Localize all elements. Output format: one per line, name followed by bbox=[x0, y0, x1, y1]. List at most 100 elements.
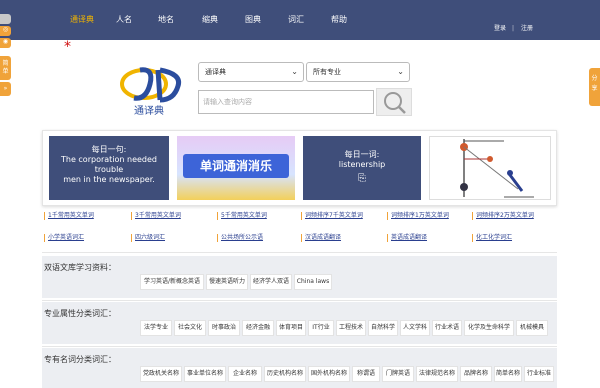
nav-item-vocabulary[interactable]: 词汇 bbox=[288, 15, 304, 25]
tag-proper-9[interactable]: 简单名称 bbox=[494, 366, 522, 382]
word-game-title: 单词通消消乐 bbox=[183, 154, 289, 178]
daily-word-value: listenership bbox=[338, 160, 386, 169]
nav-item-place-names[interactable]: 地名 bbox=[158, 15, 174, 25]
daily-word-card[interactable]: 每日一词: listenership ⎘ bbox=[303, 136, 421, 200]
register-link[interactable]: 注册 bbox=[521, 25, 533, 33]
left-tab-icon[interactable]: ◎ bbox=[0, 26, 11, 36]
share-tab[interactable]: 分享 bbox=[589, 68, 600, 106]
nav-item-picture-dictionary[interactable]: 图典 bbox=[245, 15, 261, 25]
proper-noun-title: 专有名词分类词汇： bbox=[44, 355, 116, 364]
link-divider bbox=[217, 234, 218, 242]
logo-text: 通译典 bbox=[134, 106, 164, 117]
site-logo-icon bbox=[120, 67, 182, 103]
physics-illustration-card[interactable] bbox=[429, 136, 551, 200]
tag-professional-6[interactable]: 工程技术 bbox=[336, 320, 366, 336]
specialty-select[interactable]: 所有专业 ⌄ bbox=[306, 62, 410, 82]
dictionary-select-value: 通译典 bbox=[205, 68, 226, 76]
left-tab-handle[interactable] bbox=[0, 14, 11, 24]
link-3k-words[interactable]: 3千常用英文单词 bbox=[135, 212, 181, 220]
tag-proper-7[interactable]: 法律规范名称 bbox=[416, 366, 458, 382]
tag-proper-5[interactable]: 称谓语 bbox=[352, 366, 380, 382]
tag-professional-7[interactable]: 自然科学 bbox=[368, 320, 398, 336]
tag-proper-10[interactable]: 行业标准 bbox=[524, 366, 554, 382]
search-input[interactable]: 请输入查询内容 bbox=[198, 90, 374, 114]
link-cet-vocab[interactable]: 四六级词汇 bbox=[135, 234, 165, 242]
top-nav-bar: 通译典 人名 地名 缩典 图典 词汇 帮助 登录 | 注册 bbox=[0, 0, 600, 40]
left-tab-collapse[interactable]: » bbox=[0, 82, 11, 96]
left-tab-icon-2[interactable]: ◉ bbox=[0, 38, 11, 48]
tag-professional-8[interactable]: 人文学科 bbox=[400, 320, 430, 336]
link-chinese-idioms[interactable]: 汉语成语翻译 bbox=[305, 234, 341, 242]
link-primary-vocab[interactable]: 小学英语词汇 bbox=[48, 234, 84, 242]
specialty-select-value: 所有专业 bbox=[313, 68, 341, 76]
tag-bilingual-2[interactable]: 经济学人双语 bbox=[250, 274, 292, 290]
tag-professional-2[interactable]: 时事政治 bbox=[208, 320, 240, 336]
bilingual-library-title: 双语文库学习资料： bbox=[44, 263, 116, 272]
nav-item-help[interactable]: 帮助 bbox=[331, 15, 347, 25]
link-divider bbox=[217, 212, 218, 220]
link-freq-10k[interactable]: 词频排序1万英文单词 bbox=[391, 212, 449, 220]
link-divider bbox=[472, 234, 473, 242]
tag-professional-4[interactable]: 体育项目 bbox=[276, 320, 306, 336]
auth-separator: | bbox=[512, 25, 515, 32]
nav-item-abbreviations[interactable]: 缩典 bbox=[202, 15, 218, 25]
link-freq-7k[interactable]: 词频排序7千英文单词 bbox=[305, 212, 363, 220]
tag-professional-0[interactable]: 法学专业 bbox=[140, 320, 172, 336]
login-link[interactable]: 登录 bbox=[494, 25, 506, 33]
link-1k-words[interactable]: 1千常用英文单词 bbox=[48, 212, 94, 220]
link-divider bbox=[387, 212, 388, 220]
tag-proper-4[interactable]: 国外机构名称 bbox=[308, 366, 350, 382]
dictionary-select[interactable]: 通译典 ⌄ bbox=[198, 62, 304, 82]
daily-sentence-card[interactable]: 每日一句: The corporation needed trouble men… bbox=[49, 136, 169, 200]
tag-professional-1[interactable]: 社会文化 bbox=[174, 320, 206, 336]
tag-professional-5[interactable]: IT行业 bbox=[308, 320, 334, 336]
link-divider bbox=[131, 212, 132, 220]
tag-bilingual-3[interactable]: China laws bbox=[294, 274, 332, 290]
nav-item-person-names[interactable]: 人名 bbox=[116, 15, 132, 25]
daily-sentence-heading: 每日一句: bbox=[91, 145, 127, 154]
chevron-down-icon: » bbox=[3, 85, 8, 92]
tag-proper-6[interactable]: 门牌英语 bbox=[382, 366, 414, 382]
professional-vocab-title: 专业属性分类词汇： bbox=[44, 309, 116, 318]
link-divider bbox=[301, 212, 302, 220]
tag-proper-2[interactable]: 企业名称 bbox=[228, 366, 262, 382]
daily-sentence-line2: men in the newspaper. bbox=[63, 175, 155, 184]
link-chemical-vocab[interactable]: 化工化学词汇 bbox=[476, 234, 512, 242]
tag-professional-3[interactable]: 经济金融 bbox=[242, 320, 274, 336]
divider bbox=[42, 252, 557, 253]
tag-bilingual-1[interactable]: 慢速英语听力 bbox=[206, 274, 248, 290]
daily-sentence-line1: The corporation needed trouble bbox=[60, 155, 158, 174]
link-5k-words[interactable]: 5千常用英文单词 bbox=[221, 212, 267, 220]
link-divider bbox=[387, 234, 388, 242]
link-english-idioms[interactable]: 英语成语翻译 bbox=[391, 234, 427, 242]
search-button[interactable] bbox=[376, 88, 412, 116]
pulley-illustration-icon bbox=[460, 139, 534, 198]
link-divider bbox=[472, 212, 473, 220]
link-freq-20k[interactable]: 词频排序2万英文单词 bbox=[476, 212, 534, 220]
search-icon bbox=[384, 92, 406, 114]
tag-proper-3[interactable]: 历史机构名称 bbox=[264, 366, 306, 382]
tag-proper-0[interactable]: 党政机关名称 bbox=[140, 366, 182, 382]
tag-bilingual-0[interactable]: 学习英语/新概念英语 bbox=[140, 274, 204, 290]
link-divider bbox=[44, 212, 45, 220]
link-divider bbox=[301, 234, 302, 242]
divider bbox=[42, 346, 557, 347]
star-marker-icon: * bbox=[64, 39, 71, 55]
circle-icon: ◉ bbox=[2, 38, 9, 45]
nav-item-tongyidian[interactable]: 通译典 bbox=[70, 15, 94, 25]
tag-proper-8[interactable]: 品牌名称 bbox=[460, 366, 492, 382]
link-divider bbox=[131, 234, 132, 242]
tag-professional-11[interactable]: 机械模具 bbox=[516, 320, 548, 336]
tag-professional-10[interactable]: 化学及生命科学 bbox=[464, 320, 514, 336]
chevron-down-icon: ⌄ bbox=[291, 67, 298, 76]
chevron-down-icon: ⌄ bbox=[397, 67, 404, 76]
link-public-signs[interactable]: 公共场所公示语 bbox=[221, 234, 263, 242]
divider bbox=[42, 300, 557, 301]
circle-icon: ◎ bbox=[2, 26, 9, 33]
left-tab-simple[interactable]: 简单 bbox=[0, 56, 11, 80]
daily-word-heading: 每日一词: bbox=[344, 150, 380, 159]
tag-professional-9[interactable]: 行业术语 bbox=[432, 320, 462, 336]
translate-icon: ⎘ bbox=[358, 173, 366, 184]
tag-proper-1[interactable]: 事业单位名称 bbox=[184, 366, 226, 382]
word-game-card[interactable]: 单词通消消乐 bbox=[177, 136, 295, 200]
